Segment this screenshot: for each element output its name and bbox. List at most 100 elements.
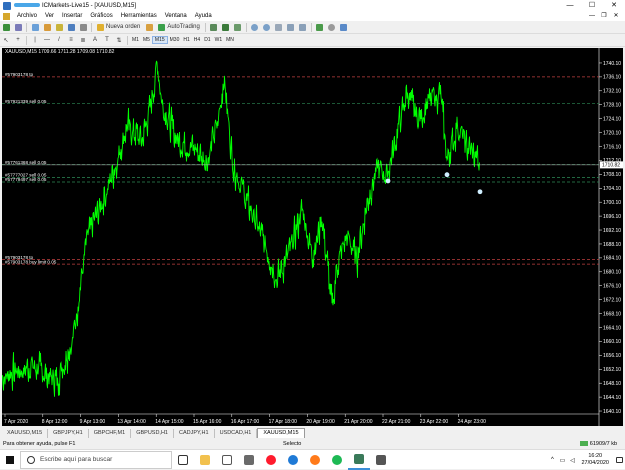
vertical-line-icon: |	[34, 37, 36, 43]
new-chart-button[interactable]	[1, 22, 11, 32]
timeframe-mn[interactable]: MN	[224, 37, 236, 43]
chart-restore-button[interactable]: ❐	[598, 11, 610, 21]
taskbar-clock[interactable]: 16:20 27/04/2020	[581, 453, 609, 467]
timeframe-m15[interactable]: M15	[151, 36, 168, 44]
vertical-line-tool[interactable]: |	[30, 35, 40, 45]
timeframe-m30[interactable]: M30	[168, 37, 182, 43]
candlestick-button[interactable]	[221, 22, 231, 32]
chart-tab-active[interactable]: XAUUSD,M15	[257, 428, 305, 438]
arrows-tool[interactable]: ⇅	[114, 35, 124, 45]
timeframe-d1[interactable]: D1	[202, 37, 212, 43]
firefox-button[interactable]	[304, 450, 326, 470]
strategy-tester-button[interactable]	[78, 22, 88, 32]
network-icon[interactable]: ▭	[557, 457, 567, 464]
templates-button[interactable]	[339, 22, 349, 32]
price-chart[interactable]: 1740.10 1736.10 1732.10 1728.10 1724.10 1720.…	[2, 48, 623, 426]
firefox-icon	[310, 454, 320, 465]
crosshair-tool[interactable]: +	[13, 35, 23, 45]
time-tick-label: 22 Apr 21:00	[382, 419, 411, 425]
search-icon	[27, 455, 35, 464]
mail-button[interactable]	[216, 450, 238, 470]
tile-windows-button[interactable]	[274, 22, 284, 32]
menu-ver[interactable]: Ver	[41, 11, 58, 21]
menu-ventana[interactable]: Ventana	[161, 11, 191, 21]
volume-icon[interactable]: ◁	[567, 457, 577, 464]
fibonacci-tool[interactable]: ≣	[78, 35, 88, 45]
menu-graficos[interactable]: Gráficos	[86, 11, 116, 21]
horizontal-line-tool[interactable]: —	[42, 35, 52, 45]
calculator-button[interactable]	[370, 450, 392, 470]
price-tick-label: 1684.10	[603, 256, 621, 262]
timeframe-w1[interactable]: W1	[213, 37, 225, 43]
folder-icon	[200, 454, 210, 465]
price-tick-label: 1692.10	[603, 228, 621, 234]
notifications-button[interactable]	[613, 450, 625, 470]
minimize-button[interactable]: —	[559, 0, 581, 11]
edge-button[interactable]	[282, 450, 304, 470]
periods-button[interactable]	[327, 22, 337, 32]
task-view-button[interactable]	[172, 450, 194, 470]
text-tool[interactable]: A	[90, 35, 100, 45]
price-tick-label: 1660.10	[603, 339, 621, 345]
menu-herramientas[interactable]: Herramientas	[117, 11, 161, 21]
chart-close-button[interactable]: ✕	[610, 11, 622, 21]
metaeditor-button[interactable]	[144, 22, 154, 32]
timeframe-h4[interactable]: H4	[192, 37, 202, 43]
taskbar-search-placeholder: Escribe aquí para buscar	[40, 456, 113, 463]
window-controls: — ☐ ✕	[559, 0, 625, 11]
timeframe-m1[interactable]: M1	[130, 37, 141, 43]
opera-button[interactable]	[260, 450, 282, 470]
store-icon	[244, 454, 254, 465]
indicators-button[interactable]	[315, 22, 325, 32]
tray-expand-icon[interactable]: ^	[547, 457, 557, 463]
chart-tab[interactable]: GBPCHF,M1	[89, 429, 132, 438]
timeframe-h1[interactable]: H1	[181, 37, 191, 43]
equidistant-channel-tool[interactable]: ≡	[66, 35, 76, 45]
channel-icon: ≡	[69, 37, 73, 43]
chart-tab[interactable]: XAUUSD,M15	[2, 429, 49, 438]
data-window-button[interactable]	[42, 22, 52, 32]
metatrader-taskbar-button[interactable]	[348, 450, 370, 470]
menu-insertar[interactable]: Insertar	[58, 11, 86, 21]
chart-minimize-button[interactable]: —	[586, 11, 598, 21]
profiles-button[interactable]	[13, 22, 23, 32]
navigator-button[interactable]	[54, 22, 64, 32]
chart-shift-button[interactable]	[286, 22, 296, 32]
task-view-icon	[178, 454, 188, 465]
menu-archivo[interactable]: Archivo	[13, 11, 41, 21]
zoom-in-button[interactable]	[250, 22, 260, 32]
zoom-out-button[interactable]	[262, 22, 272, 32]
text-label-tool[interactable]: T	[102, 35, 112, 45]
trendline-tool[interactable]: /	[54, 35, 64, 45]
connection-status[interactable]: 61909/7 kb	[579, 441, 617, 447]
chart-symbol-info: XAUUSD,M15 1709.66 1711.28 1709.08 1710.…	[5, 49, 115, 55]
bar-chart-button[interactable]	[209, 22, 219, 32]
file-explorer-button[interactable]	[194, 450, 216, 470]
taskbar-search[interactable]: Escribe aquí para buscar	[20, 450, 172, 469]
chart-window-icon[interactable]	[3, 12, 10, 20]
maximize-button[interactable]: ☐	[581, 0, 603, 11]
chart-tab[interactable]: GBPUSD,H1	[131, 429, 174, 438]
price-tick-label: 1720.10	[603, 130, 621, 136]
start-button[interactable]	[0, 450, 20, 470]
terminal-button[interactable]	[66, 22, 76, 32]
autoscroll-button[interactable]	[298, 22, 308, 32]
line-chart-button[interactable]	[233, 22, 243, 32]
spotify-button[interactable]	[326, 450, 348, 470]
chart-tab[interactable]: CADJPY,H1	[174, 429, 215, 438]
timeframe-m5[interactable]: M5	[141, 37, 152, 43]
close-button[interactable]: ✕	[603, 0, 625, 11]
chart-tab[interactable]: GBPJPY,H1	[48, 429, 89, 438]
cursor-tool[interactable]: ↖	[1, 35, 11, 45]
store-button[interactable]	[238, 450, 260, 470]
price-tick-label: 1728.10	[603, 103, 621, 109]
chart-tab[interactable]: USDCAD,H1	[215, 429, 258, 438]
autotrading-button[interactable]: AutoTrading	[156, 22, 201, 32]
chart-tabs: XAUUSD,M15 GBPJPY,H1 GBPCHF,M1 GBPUSD,H1…	[2, 427, 623, 438]
metaeditor-icon	[145, 23, 153, 31]
toolbar-separator	[310, 22, 312, 32]
new-order-button[interactable]: Nueva orden	[95, 22, 142, 32]
menu-ayuda[interactable]: Ayuda	[191, 11, 216, 21]
chart-window-controls: — ❐ ✕	[586, 11, 622, 21]
market-watch-button[interactable]	[30, 22, 40, 32]
